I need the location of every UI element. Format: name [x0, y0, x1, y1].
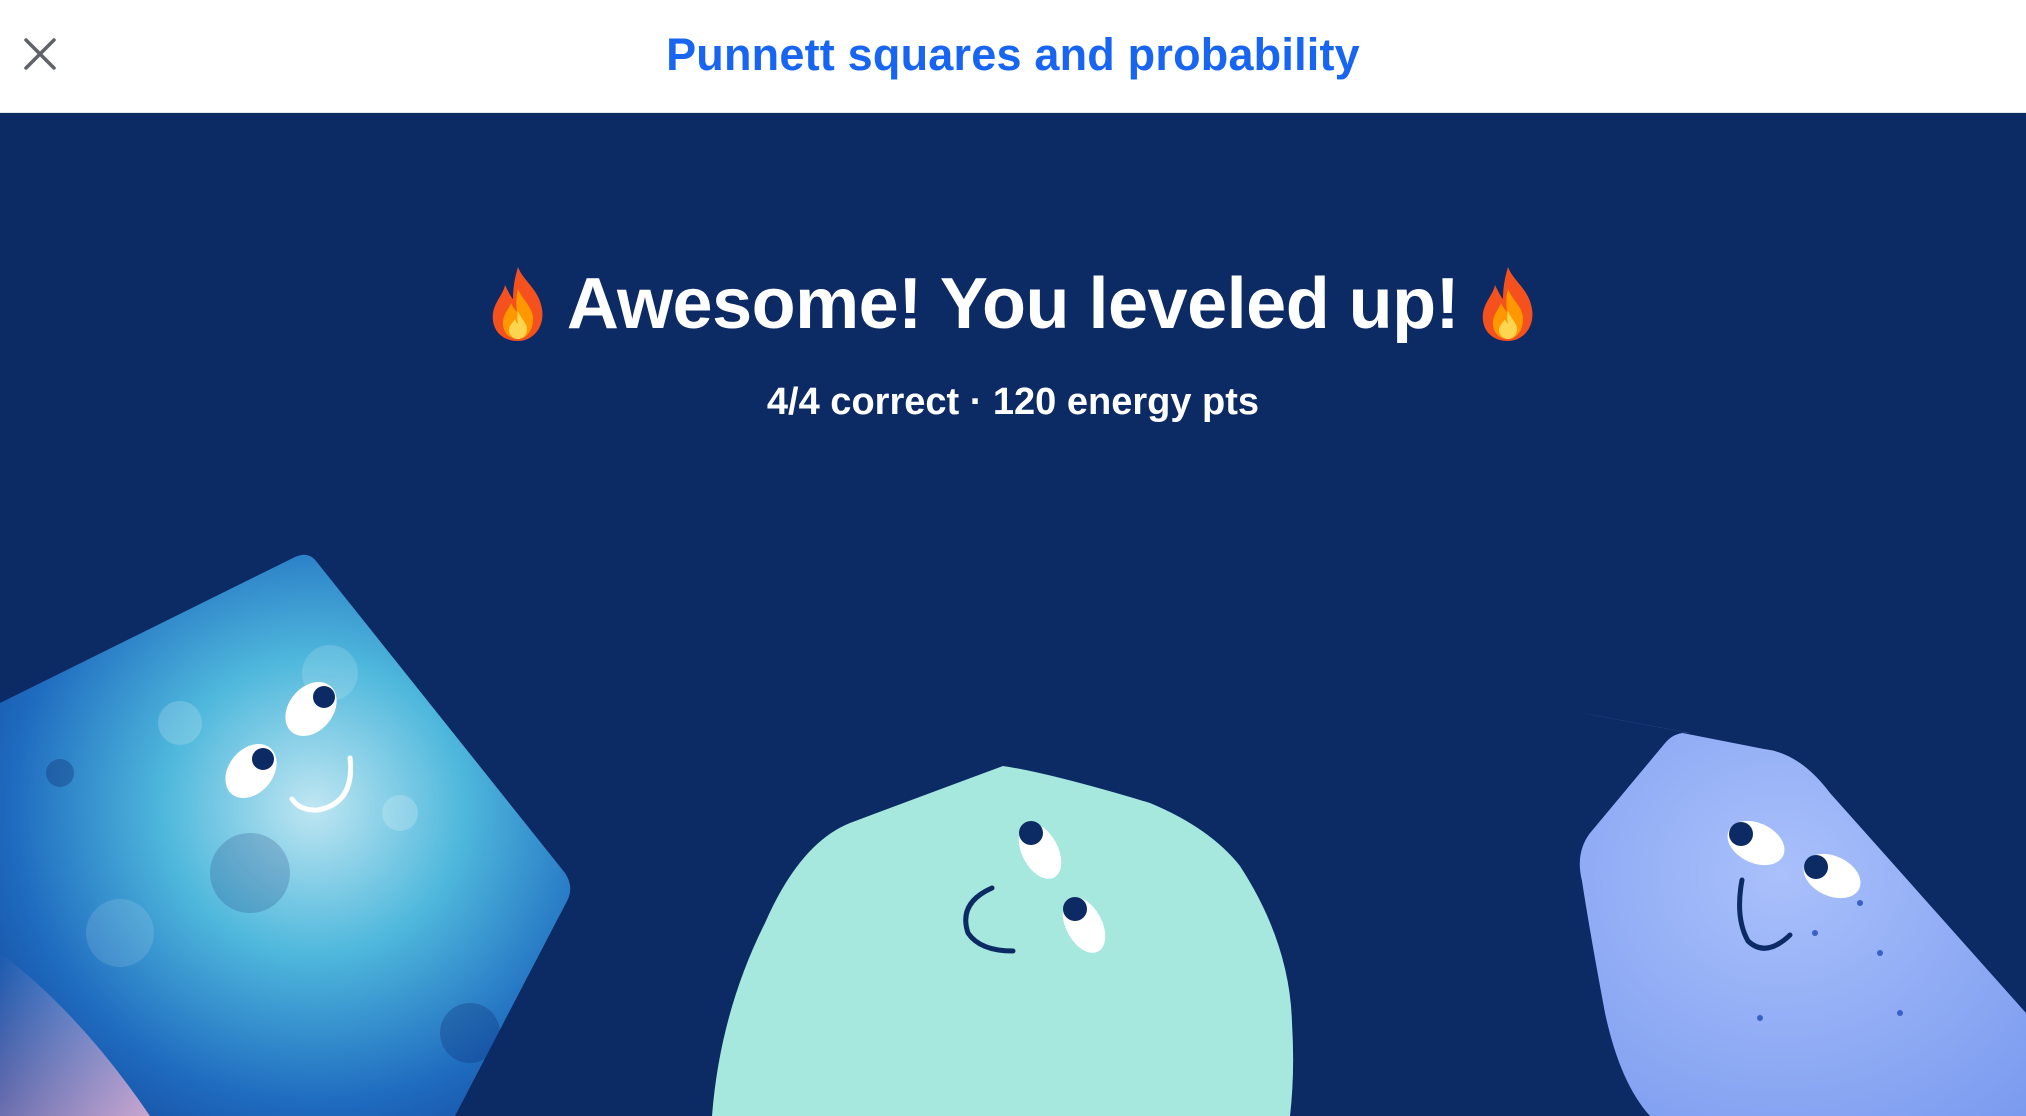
page-title: Punnett squares and probability [666, 29, 1360, 80]
creature-middle [712, 766, 1294, 1116]
top-bar: Punnett squares and probability [0, 0, 2026, 113]
creature-left [0, 554, 571, 1116]
creature-illustration [0, 554, 2026, 1116]
creature-right [1579, 713, 2026, 1116]
celebration-panel: Awesome! You leveled up! 4/4 correct · 1… [0, 113, 2026, 1116]
